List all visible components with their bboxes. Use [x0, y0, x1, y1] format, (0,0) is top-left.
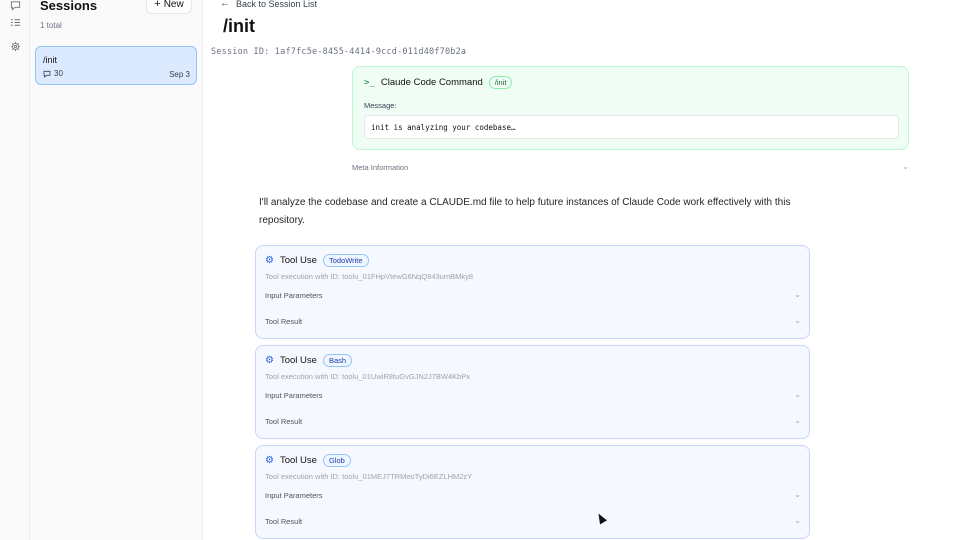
list-icon[interactable]: [6, 13, 24, 31]
gear-icon[interactable]: [6, 37, 24, 55]
command-header: >_ Claude Code Command /init: [364, 76, 513, 89]
command-badge: /init: [488, 76, 513, 89]
gear-icon: ⚙: [265, 255, 274, 266]
tool-result-toggle[interactable]: Tool Result ⌄: [265, 316, 801, 329]
plus-icon: +: [154, 0, 161, 10]
message-box: init is analyzing your codebase…: [364, 115, 899, 139]
input-parameters-label: Input Parameters: [265, 491, 323, 500]
input-parameters-toggle[interactable]: Input Parameters ⌄: [265, 290, 801, 303]
input-parameters-label: Input Parameters: [265, 291, 323, 300]
session-list-item[interactable]: /init 30 Sep 3: [35, 46, 197, 85]
message-count: 30: [43, 69, 63, 78]
tool-result-label: Tool Result: [265, 317, 303, 326]
tool-badge: TodoWrite: [322, 254, 369, 267]
sessions-heading: Sessions: [40, 0, 98, 13]
tool-card: ⚙ Tool Use Bash Tool execution with ID: …: [255, 345, 810, 439]
session-id: Session ID: 1af7fc5e-8455-4414-9ccd-011d…: [211, 47, 467, 57]
chevron-down-icon: ⌄: [794, 416, 801, 425]
tool-title: Tool Use: [279, 355, 317, 366]
tool-execution-id: Tool execution with ID: toolu_01FHpVtewG…: [265, 272, 474, 281]
session-title: /init: [43, 55, 58, 65]
chevron-down-icon: ⌄: [794, 516, 801, 525]
meta-information-label: Meta Information: [352, 163, 409, 172]
tool-title: Tool Use: [279, 255, 317, 266]
message-icon: [43, 70, 51, 78]
tool-card: ⚙ Tool Use Glob Tool execution with ID: …: [255, 445, 810, 539]
tool-card: ⚙ Tool Use TodoWrite Tool execution with…: [255, 245, 810, 339]
back-to-session-list-link[interactable]: ← Back to Session List: [220, 0, 317, 9]
tool-result-label: Tool Result: [265, 517, 303, 526]
arrow-left-icon: ←: [220, 0, 230, 9]
terminal-icon: >_: [364, 77, 375, 88]
chevron-down-icon: ⌄: [794, 290, 801, 299]
page-title: /init: [223, 16, 255, 36]
gear-icon: ⚙: [265, 455, 274, 466]
message-label: Message:: [364, 101, 397, 110]
command-card: >_ Claude Code Command /init Message: in…: [352, 66, 909, 150]
new-session-button[interactable]: + New: [146, 0, 192, 14]
input-parameters-label: Input Parameters: [265, 391, 323, 400]
icon-rail: [0, 0, 30, 540]
tool-header: ⚙ Tool Use Bash: [265, 354, 353, 367]
chevron-down-icon: ⌄: [794, 490, 801, 499]
session-date: Sep 3: [169, 70, 190, 79]
chevron-down-icon: ⌄: [902, 162, 909, 171]
session-count: 1 total: [40, 21, 62, 30]
meta-information-toggle[interactable]: Meta Information ⌄: [352, 162, 909, 176]
chevron-down-icon: ⌄: [794, 316, 801, 325]
message-count-value: 30: [54, 69, 63, 78]
input-parameters-toggle[interactable]: Input Parameters ⌄: [265, 490, 801, 503]
tool-execution-id: Tool execution with ID: toolu_01UwiR8tuG…: [265, 372, 471, 381]
session-sidebar: Sessions + New 1 total /init 30 Sep 3: [30, 0, 203, 540]
tool-result-label: Tool Result: [265, 417, 303, 426]
input-parameters-toggle[interactable]: Input Parameters ⌄: [265, 390, 801, 403]
tool-result-toggle[interactable]: Tool Result ⌄: [265, 416, 801, 429]
tool-title: Tool Use: [279, 455, 317, 466]
new-session-label: New: [163, 0, 184, 10]
chat-icon[interactable]: [6, 0, 24, 14]
tool-header: ⚙ Tool Use Glob: [265, 454, 351, 467]
tool-result-toggle[interactable]: Tool Result ⌄: [265, 516, 801, 529]
chevron-down-icon: ⌄: [794, 390, 801, 399]
tool-badge: Bash: [322, 354, 353, 367]
command-title: Claude Code Command: [380, 77, 483, 88]
tool-header: ⚙ Tool Use TodoWrite: [265, 254, 369, 267]
tool-execution-id: Tool execution with ID: toolu_01MEJ7TRMe…: [265, 472, 473, 481]
back-label: Back to Session List: [236, 0, 318, 9]
gear-icon: ⚙: [265, 355, 274, 366]
assistant-message: I'll analyze the codebase and create a C…: [259, 197, 791, 226]
tool-badge: Glob: [322, 454, 351, 467]
